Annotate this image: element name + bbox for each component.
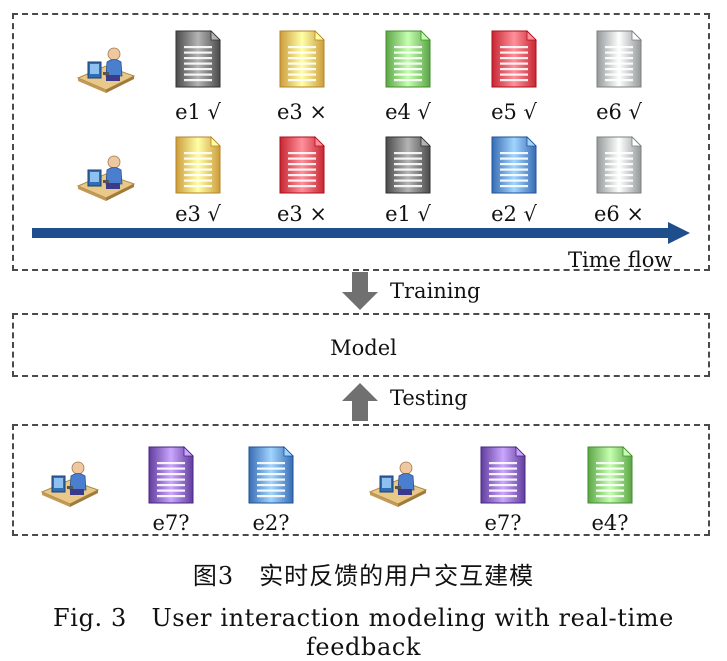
training-label: Training — [390, 279, 481, 303]
document-icon — [587, 446, 633, 504]
figure-caption-english: Fig. 3 User interaction modeling with re… — [53, 604, 674, 661]
document-icon — [596, 136, 642, 194]
document-icon — [279, 136, 325, 194]
document-icon — [596, 30, 642, 88]
document-icon — [385, 136, 431, 194]
testing-up-arrow — [342, 383, 378, 421]
document-icon — [248, 446, 294, 504]
doc-label: e4 √ — [385, 100, 431, 124]
document-icon — [491, 30, 537, 88]
doc-label: e7? — [152, 511, 190, 535]
doc-label: e6 √ — [596, 100, 642, 124]
user-at-computer-icon — [76, 152, 136, 202]
document-icon — [385, 30, 431, 88]
doc-label: e3 × — [276, 100, 328, 124]
doc-label: e5 √ — [491, 100, 537, 124]
document-icon — [491, 136, 537, 194]
user-at-computer-icon — [76, 44, 136, 94]
doc-label: e4? — [591, 511, 629, 535]
training-down-arrow — [342, 272, 378, 310]
document-icon — [175, 30, 221, 88]
doc-label: e2? — [252, 511, 290, 535]
testing-label: Testing — [390, 386, 468, 410]
user-at-computer-icon — [368, 458, 428, 508]
document-icon — [175, 136, 221, 194]
user-at-computer-icon — [40, 458, 100, 508]
time-flow-label: Time flow — [568, 248, 673, 272]
model-label: Model — [330, 336, 397, 360]
document-icon — [480, 446, 526, 504]
document-icon — [279, 30, 325, 88]
time-flow-arrow — [32, 222, 690, 244]
figure-caption-chinese: 图3 实时反馈的用户交互建模 — [192, 562, 535, 590]
doc-label: e1 √ — [175, 100, 221, 124]
doc-label: e7? — [484, 511, 522, 535]
document-icon — [148, 446, 194, 504]
